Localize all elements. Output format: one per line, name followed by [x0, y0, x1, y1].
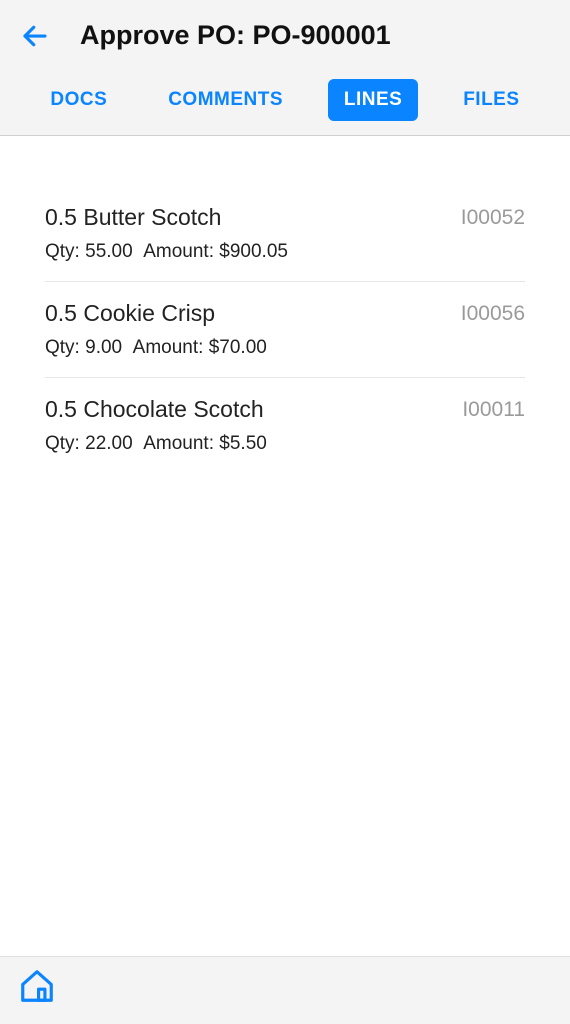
tab-files[interactable]: FILES: [447, 79, 535, 121]
line-item-detail: Qty: 9.00 Amount: $70.00: [45, 337, 461, 359]
qty-label: Qty:: [45, 337, 85, 358]
amount-value: $5.50: [219, 433, 267, 454]
line-item-title: 0.5 Chocolate Scotch: [45, 396, 462, 423]
qty-value: 22.00: [85, 433, 133, 454]
line-item-code: I00052: [461, 204, 525, 263]
line-item-left: 0.5 Cookie Crisp Qty: 9.00 Amount: $70.0…: [45, 300, 461, 359]
line-item-title: 0.5 Cookie Crisp: [45, 300, 461, 327]
line-item-code: I00056: [461, 300, 525, 359]
line-item-title: 0.5 Butter Scotch: [45, 204, 461, 231]
back-arrow-icon[interactable]: [20, 21, 50, 51]
qty-label: Qty:: [45, 241, 85, 262]
lines-content: 0.5 Butter Scotch Qty: 55.00 Amount: $90…: [0, 136, 570, 956]
tab-comments[interactable]: COMMENTS: [152, 79, 299, 121]
amount-label: Amount:: [133, 337, 209, 358]
amount-value: $70.00: [209, 337, 267, 358]
line-item-code: I00011: [462, 396, 525, 455]
header: Approve PO: PO-900001: [0, 0, 570, 61]
line-item[interactable]: 0.5 Chocolate Scotch Qty: 22.00 Amount: …: [45, 378, 525, 473]
line-item-left: 0.5 Butter Scotch Qty: 55.00 Amount: $90…: [45, 204, 461, 263]
amount-label: Amount:: [143, 241, 219, 262]
qty-value: 9.00: [85, 337, 122, 358]
tab-docs[interactable]: DOCS: [34, 79, 123, 121]
footer-bar: [0, 956, 570, 1024]
page-title: Approve PO: PO-900001: [80, 20, 391, 51]
line-item-left: 0.5 Chocolate Scotch Qty: 22.00 Amount: …: [45, 396, 462, 455]
amount-value: $900.05: [219, 241, 288, 262]
line-item[interactable]: 0.5 Cookie Crisp Qty: 9.00 Amount: $70.0…: [45, 282, 525, 378]
line-item-detail: Qty: 22.00 Amount: $5.50: [45, 433, 462, 455]
tab-lines[interactable]: LINES: [328, 79, 418, 121]
line-item[interactable]: 0.5 Butter Scotch Qty: 55.00 Amount: $90…: [45, 186, 525, 282]
amount-label: Amount:: [143, 433, 219, 454]
home-icon[interactable]: [18, 967, 56, 1005]
qty-value: 55.00: [85, 241, 133, 262]
tab-bar: DOCS COMMENTS LINES FILES: [0, 61, 570, 136]
qty-label: Qty:: [45, 433, 85, 454]
line-item-detail: Qty: 55.00 Amount: $900.05: [45, 241, 461, 263]
